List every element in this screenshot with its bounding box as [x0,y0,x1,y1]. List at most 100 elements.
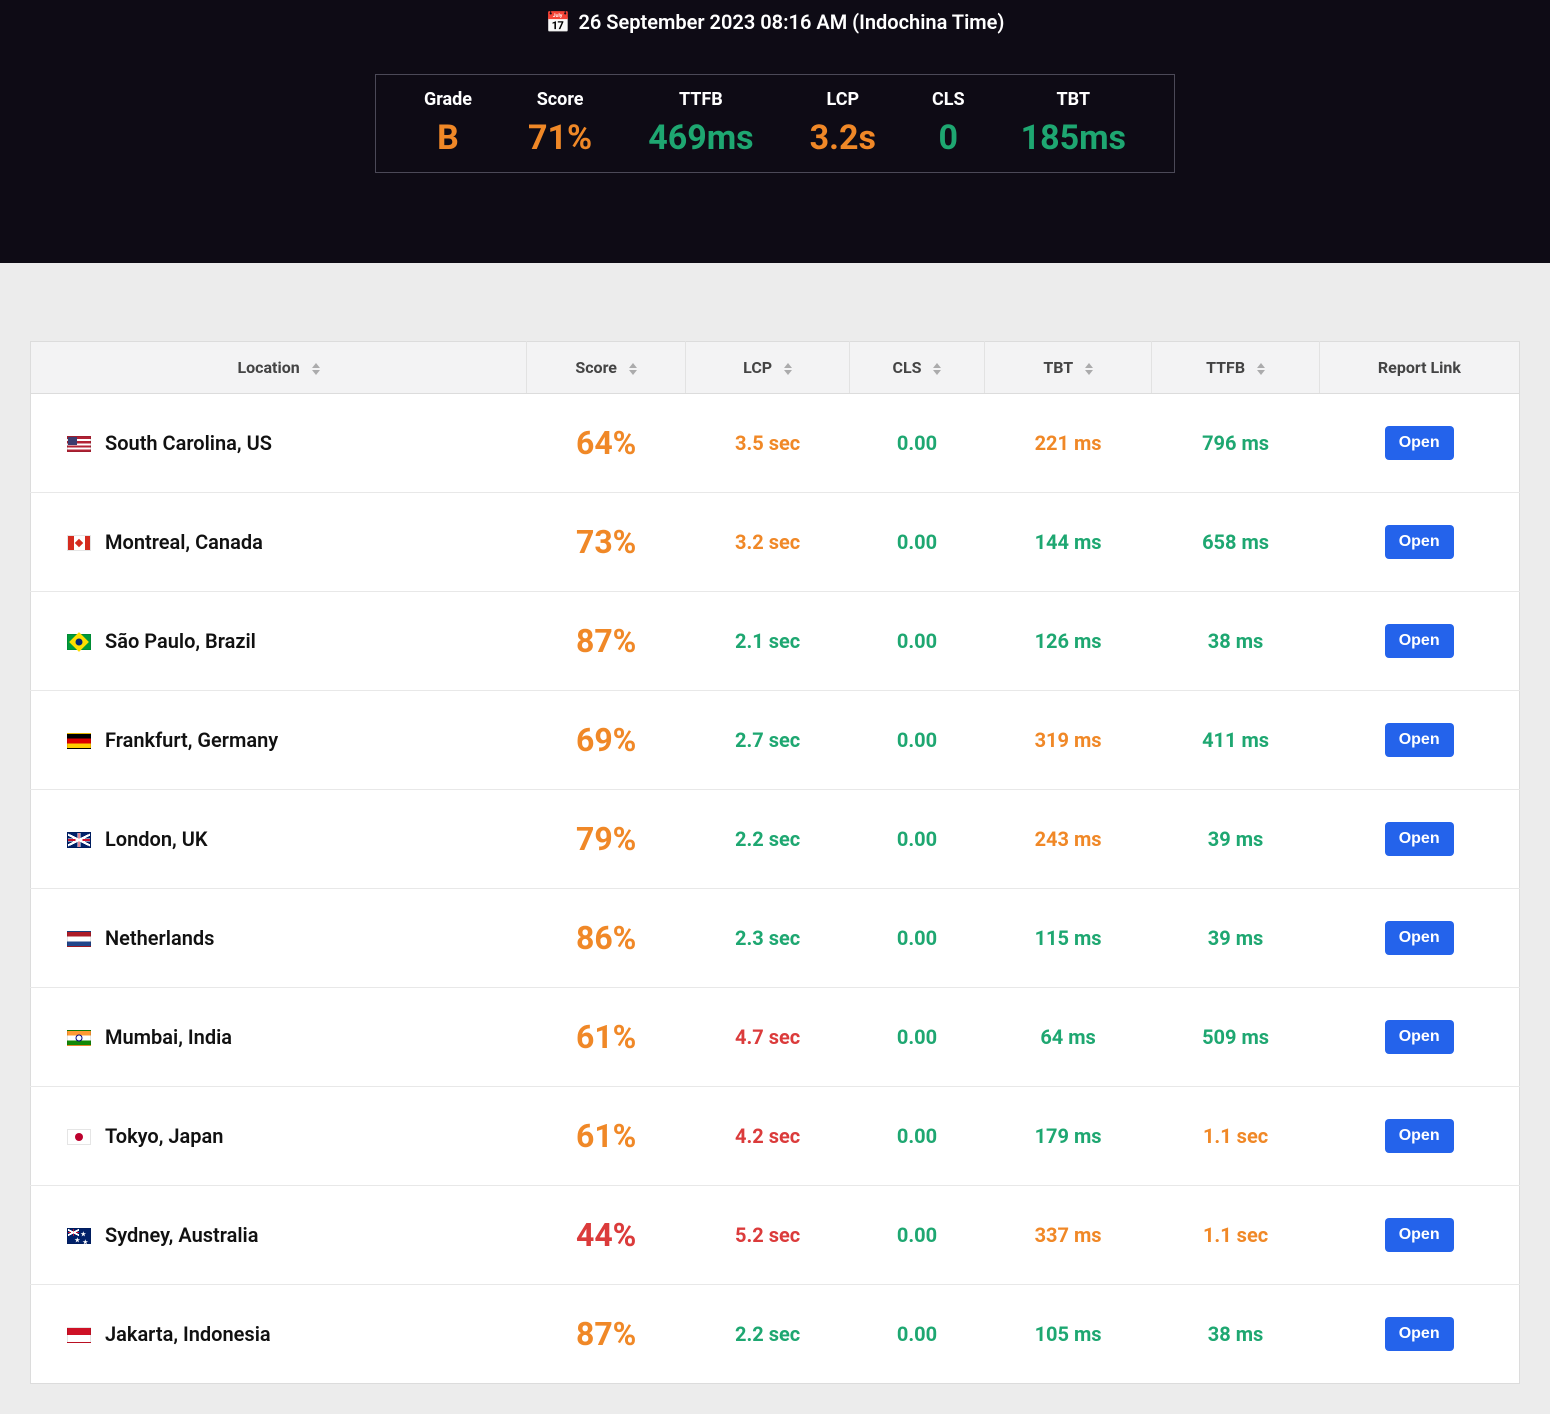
cell-ttfb: 411 ms [1152,691,1319,790]
open-report-button[interactable]: Open [1385,1020,1454,1054]
cell-lcp: 3.2 sec [686,493,850,592]
cell-tbt: 126 ms [984,592,1151,691]
cell-location: Tokyo, Japan [31,1087,527,1186]
location-text: Netherlands [105,926,214,950]
open-report-button[interactable]: Open [1385,1218,1454,1252]
sort-icon [1257,363,1265,375]
cell-lcp: 2.2 sec [686,1285,850,1384]
cell-location: Frankfurt, Germany [31,691,527,790]
cell-tbt: 105 ms [984,1285,1151,1384]
summary-label: Score [528,89,592,110]
flag-icon [67,1030,91,1046]
summary-label: LCP [810,89,876,110]
content-area: Location Score LCP CLS TBT [0,263,1550,1414]
location-text: Mumbai, India [105,1025,232,1049]
open-report-button[interactable]: Open [1385,822,1454,856]
cell-report: Open [1319,394,1519,493]
sort-icon [629,363,637,375]
col-ttfb-label: TTFB [1206,358,1245,377]
location-text: Jakarta, Indonesia [105,1322,271,1346]
sort-icon [1085,363,1093,375]
cell-score: 61% [527,1087,686,1186]
open-report-button[interactable]: Open [1385,921,1454,955]
cell-ttfb: 658 ms [1152,493,1319,592]
summary-value: 469ms [648,118,753,158]
col-tbt[interactable]: TBT [984,342,1151,394]
col-ttfb[interactable]: TTFB [1152,342,1319,394]
sort-icon [312,363,320,375]
flag-icon [67,535,91,551]
cell-score: 44% [527,1186,686,1285]
cell-cls: 0.00 [850,691,985,790]
summary-item-grade: GradeB [396,89,500,158]
cell-score: 61% [527,988,686,1087]
summary-item-lcp: LCP3.2s [782,89,904,158]
flag-icon [67,1327,91,1343]
cell-location: South Carolina, US [31,394,527,493]
location-text: South Carolina, US [105,431,272,455]
cell-score: 86% [527,889,686,988]
cell-cls: 0.00 [850,1285,985,1384]
cell-lcp: 3.5 sec [686,394,850,493]
cell-ttfb: 39 ms [1152,889,1319,988]
cell-score: 73% [527,493,686,592]
cell-report: Open [1319,691,1519,790]
cell-report: Open [1319,790,1519,889]
results-table: Location Score LCP CLS TBT [30,341,1520,1384]
cell-ttfb: 38 ms [1152,1285,1319,1384]
table-row: Frankfurt, Germany69%2.7 sec0.00319 ms41… [31,691,1520,790]
col-report: Report Link [1319,342,1519,394]
cell-location: Mumbai, India [31,988,527,1087]
col-score[interactable]: Score [527,342,686,394]
cell-location: Jakarta, Indonesia [31,1285,527,1384]
cell-lcp: 4.7 sec [686,988,850,1087]
cell-report: Open [1319,1186,1519,1285]
table-header-row: Location Score LCP CLS TBT [31,342,1520,394]
open-report-button[interactable]: Open [1385,723,1454,757]
cell-tbt: 144 ms [984,493,1151,592]
flag-icon [67,1228,91,1244]
cell-cls: 0.00 [850,988,985,1087]
cell-tbt: 221 ms [984,394,1151,493]
summary-label: TTFB [648,89,753,110]
table-row: Jakarta, Indonesia87%2.2 sec0.00105 ms38… [31,1285,1520,1384]
flag-icon [67,832,91,848]
col-cls-label: CLS [893,358,922,377]
col-location-label: Location [237,358,299,377]
col-lcp[interactable]: LCP [686,342,850,394]
cell-location: Montreal, Canada [31,493,527,592]
flag-icon [67,1129,91,1145]
summary-label: CLS [932,89,965,110]
cell-lcp: 2.3 sec [686,889,850,988]
col-location[interactable]: Location [31,342,527,394]
col-tbt-label: TBT [1043,358,1072,377]
cell-score: 69% [527,691,686,790]
calendar-icon: 📅 [546,12,571,32]
flag-icon [67,436,91,452]
cell-location: São Paulo, Brazil [31,592,527,691]
cell-lcp: 2.1 sec [686,592,850,691]
cell-score: 87% [527,592,686,691]
sort-icon [933,363,941,375]
summary-item-ttfb: TTFB 469ms [620,89,781,158]
sort-icon [784,363,792,375]
location-text: London, UK [105,827,208,851]
cell-location: London, UK [31,790,527,889]
open-report-button[interactable]: Open [1385,624,1454,658]
summary-label: TBT [1021,89,1126,110]
table-row: South Carolina, US64%3.5 sec0.00221 ms79… [31,394,1520,493]
cell-cls: 0.00 [850,592,985,691]
table-row: Tokyo, Japan61%4.2 sec0.00179 ms1.1 secO… [31,1087,1520,1186]
table-row: São Paulo, Brazil87%2.1 sec0.00126 ms38 … [31,592,1520,691]
open-report-button[interactable]: Open [1385,1119,1454,1153]
hero-section: 📅 26 September 2023 08:16 AM (Indochina … [0,0,1550,263]
cell-cls: 0.00 [850,394,985,493]
cell-tbt: 115 ms [984,889,1151,988]
table-row: Netherlands86%2.3 sec0.00115 ms39 msOpen [31,889,1520,988]
open-report-button[interactable]: Open [1385,426,1454,460]
col-score-label: Score [575,358,617,377]
open-report-button[interactable]: Open [1385,525,1454,559]
report-timestamp-text: 26 September 2023 08:16 AM (Indochina Ti… [578,10,1004,34]
open-report-button[interactable]: Open [1385,1317,1454,1351]
col-cls[interactable]: CLS [850,342,985,394]
